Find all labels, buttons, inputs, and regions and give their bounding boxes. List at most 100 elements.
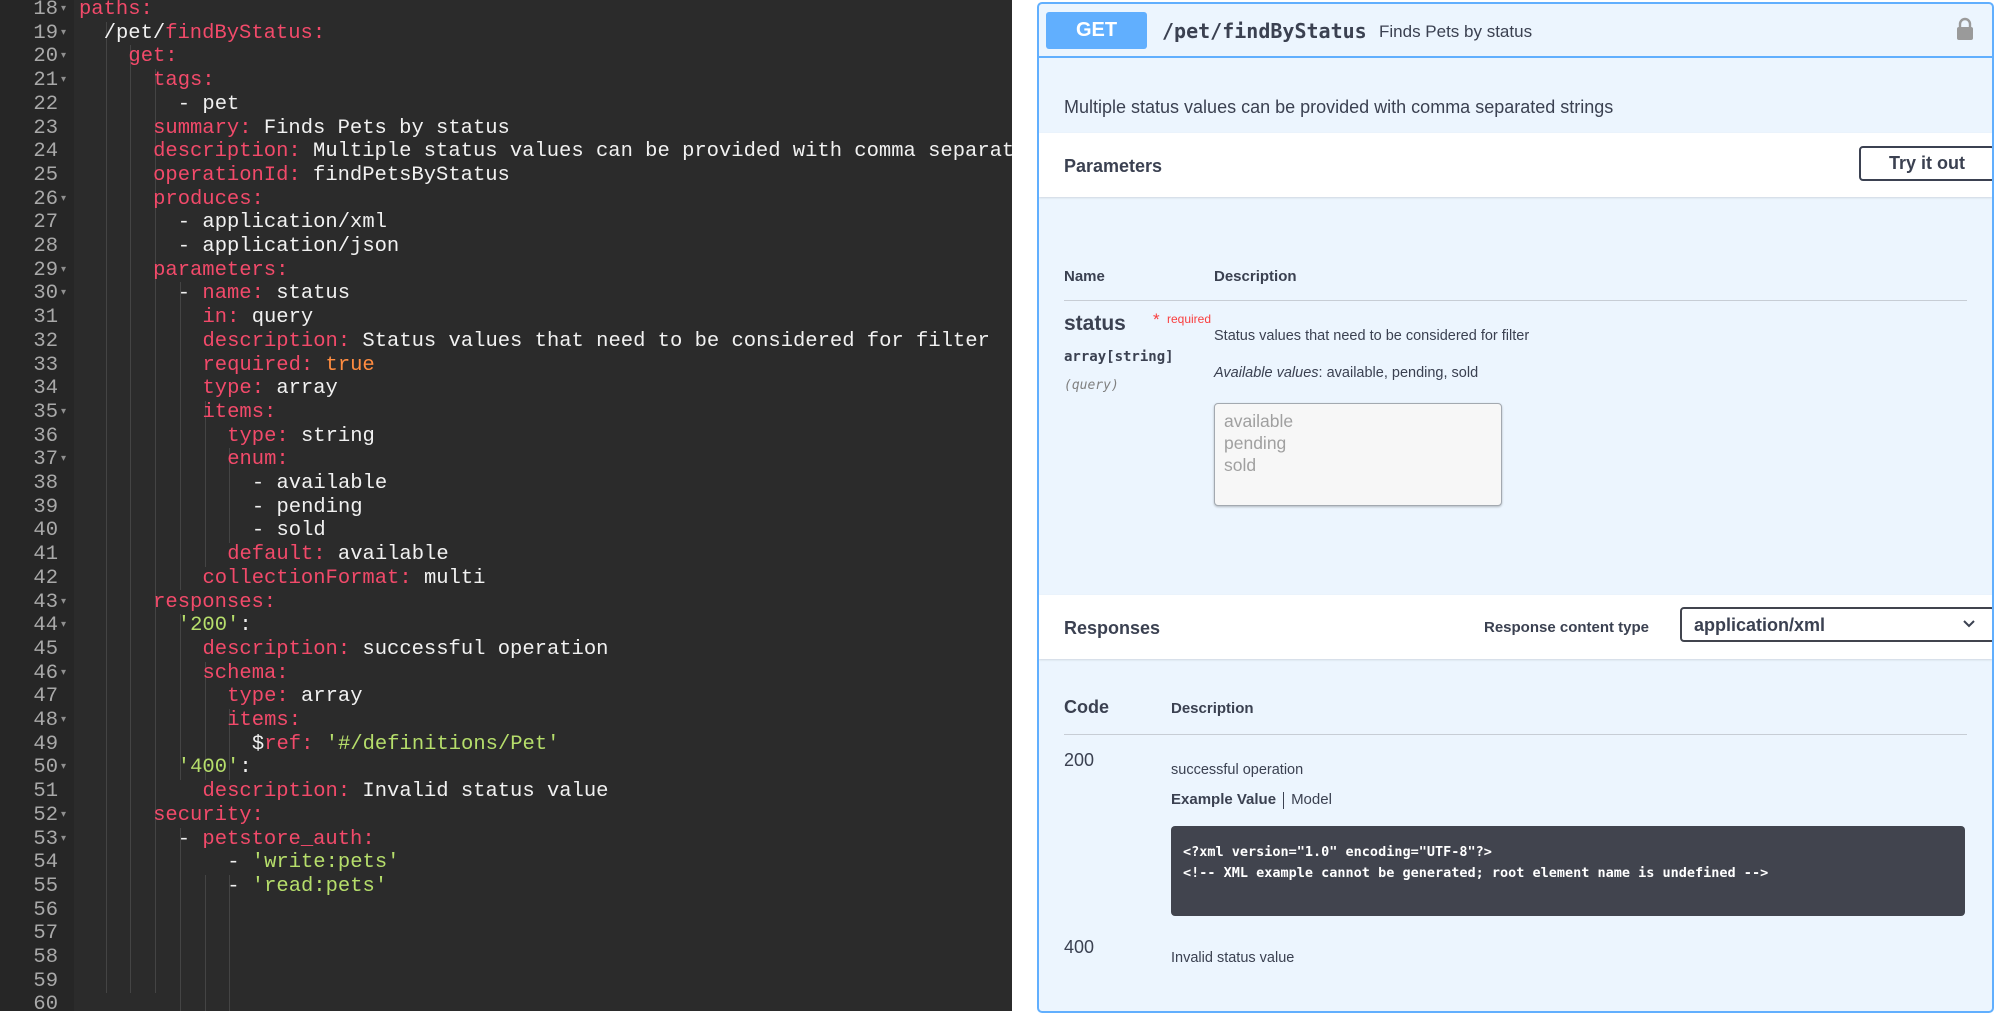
code-line[interactable]: 22 - pet: [0, 93, 1012, 117]
status-option-sold[interactable]: sold: [1224, 454, 1492, 476]
code-line[interactable]: 35 ▾ items:: [0, 401, 1012, 425]
status-multiselect[interactable]: available pending sold: [1214, 403, 1502, 506]
code-line[interactable]: 49 $ref: '#/definitions/Pet': [0, 733, 1012, 757]
yaml-editor[interactable]: 18 ▾ paths: 19 ▾/pet/findByStatus: 20 ▾ get: 21 ▾…: [0, 0, 1012, 1011]
code-line[interactable]: 39 - pending: [0, 496, 1012, 520]
code-line[interactable]: 52 ▾ security:: [0, 804, 1012, 828]
code-line[interactable]: 31 in: query: [0, 306, 1012, 330]
responses-header: Responses Response content type applicat…: [1039, 595, 1992, 659]
line-number: 36: [33, 424, 58, 448]
line-number: 40: [33, 519, 58, 543]
code-line[interactable]: 36 type: string: [0, 425, 1012, 449]
operation-block: GET /pet/findByStatus Finds Pets by stat…: [1037, 2, 1994, 1013]
operation-summary-bar[interactable]: GET /pet/findByStatus Finds Pets by stat…: [1039, 4, 1992, 58]
code-line[interactable]: 50 ▾ '400':: [0, 756, 1012, 780]
code-line[interactable]: 58: [0, 946, 1012, 970]
code-line[interactable]: 33 required: true: [0, 354, 1012, 378]
code-line[interactable]: 54 - 'write:pets': [0, 851, 1012, 875]
code-line[interactable]: 47 type: array: [0, 685, 1012, 709]
line-number: 28: [33, 235, 58, 258]
code-line[interactable]: 44 ▾ '200':: [0, 614, 1012, 638]
code-line[interactable]: 32 description: Status values that need t…: [0, 330, 1012, 354]
code-line[interactable]: 56: [0, 899, 1012, 923]
fold-arrow-icon[interactable]: ▾: [61, 401, 66, 425]
line-number: 57: [33, 922, 58, 946]
example-code-block[interactable]: <?xml version="1.0" encoding="UTF-8"?> <…: [1171, 826, 1965, 916]
try-it-out-button[interactable]: Try it out: [1859, 146, 1992, 181]
code-line[interactable]: 24 description: Multiple status values ca…: [0, 140, 1012, 164]
fold-arrow-icon[interactable]: ▾: [61, 591, 66, 615]
line-number: 34: [33, 377, 58, 401]
fold-arrow-icon[interactable]: ▾: [61, 188, 66, 212]
fold-arrow-icon[interactable]: ▾: [61, 756, 66, 780]
status-option-available[interactable]: available: [1224, 410, 1492, 432]
code-text: - petstore_auth:: [177, 827, 375, 851]
fold-arrow-icon[interactable]: ▾: [61, 69, 66, 93]
available-values-list: : available, pending, sold: [1318, 365, 1479, 381]
code-line[interactable]: 29 ▾ parameters:: [0, 259, 1012, 283]
code-line[interactable]: 28 - application/json: [0, 235, 1012, 259]
code-line[interactable]: 20 ▾ get:: [0, 45, 1012, 69]
fold-arrow-icon[interactable]: ▾: [61, 0, 66, 22]
fold-arrow-icon[interactable]: ▾: [61, 828, 66, 852]
line-number: 42: [33, 566, 58, 590]
code-line[interactable]: 45 description: successful operation: [0, 638, 1012, 662]
param-type: array[string]: [1064, 349, 1174, 365]
status-option-pending[interactable]: pending: [1224, 432, 1492, 454]
fold-arrow-icon[interactable]: ▾: [61, 22, 66, 46]
line-number: 44: [33, 614, 58, 638]
param-name: status: [1064, 312, 1126, 335]
fold-arrow-icon[interactable]: ▾: [61, 259, 66, 283]
code-text: - name: status: [177, 282, 351, 306]
code-line[interactable]: 38 - available: [0, 472, 1012, 496]
param-col-name: Name: [1064, 268, 1105, 285]
code-line[interactable]: 18 ▾ paths:: [0, 0, 1012, 22]
fold-arrow-icon[interactable]: ▾: [61, 282, 66, 306]
code-text: /pet/findByStatus:: [103, 21, 326, 45]
code-text: - available: [251, 472, 388, 495]
fold-arrow-icon[interactable]: ▾: [61, 709, 66, 733]
code-line[interactable]: 40 - sold: [0, 519, 1012, 543]
code-line[interactable]: 25 operationId: findPetsByStatus: [0, 164, 1012, 188]
code-line[interactable]: 27 - application/xml: [0, 211, 1012, 235]
example-value-tab[interactable]: Example Value: [1171, 791, 1276, 808]
required-label: required: [1167, 312, 1212, 326]
fold-arrow-icon[interactable]: ▾: [61, 804, 66, 828]
code-line[interactable]: 19 ▾ /pet/findByStatus:: [0, 22, 1012, 46]
tab-divider: [1283, 791, 1285, 809]
code-line[interactable]: 57: [0, 922, 1012, 946]
code-line[interactable]: 21 ▾ tags:: [0, 69, 1012, 93]
line-number: 56: [33, 898, 58, 922]
fold-arrow-icon[interactable]: ▾: [61, 448, 66, 472]
code-text: tags:: [153, 69, 215, 93]
code-line[interactable]: 53 ▾ - petstore_auth:: [0, 828, 1012, 852]
code-line[interactable]: 41 default: available: [0, 543, 1012, 567]
code-text: paths:: [79, 0, 153, 21]
code-line[interactable]: 34 type: array: [0, 377, 1012, 401]
code-line[interactable]: 42 collectionFormat: multi: [0, 567, 1012, 591]
code-line[interactable]: 51 description: Invalid status value: [0, 780, 1012, 804]
model-tab[interactable]: Model: [1291, 791, 1332, 808]
code-line[interactable]: 30 ▾ - name: status: [0, 282, 1012, 306]
lock-icon[interactable]: [1956, 17, 1974, 41]
fold-arrow-icon[interactable]: ▾: [61, 614, 66, 638]
fold-arrow-icon[interactable]: ▾: [61, 45, 66, 69]
code-line[interactable]: 37 ▾ enum:: [0, 448, 1012, 472]
response-code-200: 200: [1064, 750, 1095, 770]
code-line[interactable]: 48 ▾ items:: [0, 709, 1012, 733]
code-line[interactable]: 60: [0, 993, 1012, 1011]
code-text: - application/json: [177, 235, 400, 258]
code-line[interactable]: 26 ▾ produces:: [0, 188, 1012, 212]
code-line[interactable]: 46 ▾ schema:: [0, 662, 1012, 686]
response-content-type-select[interactable]: application/xml: [1680, 607, 1992, 642]
response-content-type-label: Response content type: [1484, 619, 1650, 636]
line-number: 48: [33, 709, 58, 732]
code-line[interactable]: 43 ▾ responses:: [0, 591, 1012, 615]
code-line[interactable]: 55 - 'read:pets': [0, 875, 1012, 899]
code-line[interactable]: 23 summary: Finds Pets by status: [0, 117, 1012, 141]
fold-arrow-icon[interactable]: ▾: [61, 662, 66, 686]
code-line[interactable]: 59: [0, 970, 1012, 994]
required-star: *: [1153, 310, 1160, 329]
code-text: description: successful operation: [202, 637, 609, 661]
parameters-title: Parameters: [1064, 156, 1163, 176]
